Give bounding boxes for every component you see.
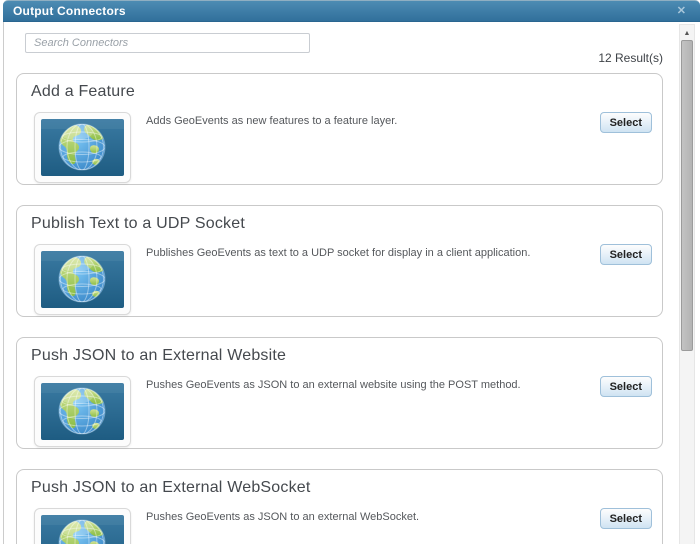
dialog-title: Output Connectors bbox=[13, 4, 126, 18]
connector-card: Add a Feature Adds GeoEvents as new feat… bbox=[16, 73, 663, 185]
search-input[interactable] bbox=[25, 33, 310, 53]
connector-description: Pushes GeoEvents as JSON to an external … bbox=[146, 511, 420, 523]
globe-icon bbox=[41, 119, 124, 176]
dialog-left-border bbox=[3, 22, 4, 544]
dialog-titlebar: Output Connectors ✕ bbox=[3, 0, 700, 22]
connector-card: Push JSON to an External Website Pushes … bbox=[16, 337, 663, 449]
output-connectors-dialog: Output Connectors ✕ 12 Result(s) Add a F… bbox=[0, 0, 700, 544]
select-button[interactable]: Select bbox=[599, 244, 652, 265]
scrollbar[interactable]: ▲ bbox=[679, 24, 695, 544]
scroll-up-icon[interactable]: ▲ bbox=[680, 27, 694, 39]
globe-icon bbox=[41, 383, 124, 440]
connector-title: Push JSON to an External WebSocket bbox=[31, 479, 311, 496]
select-button[interactable]: Select bbox=[599, 376, 652, 397]
connector-thumbnail bbox=[34, 508, 131, 544]
connector-description: Pushes GeoEvents as JSON to an external … bbox=[146, 379, 521, 391]
connector-thumbnail bbox=[34, 112, 131, 183]
connector-list: Add a Feature Adds GeoEvents as new feat… bbox=[16, 73, 663, 544]
connector-title: Publish Text to a UDP Socket bbox=[31, 215, 246, 232]
select-button[interactable]: Select bbox=[599, 508, 652, 529]
connector-card: Push JSON to an External WebSocket Pushe… bbox=[16, 469, 663, 544]
select-button[interactable]: Select bbox=[599, 112, 652, 133]
connector-thumbnail bbox=[34, 376, 131, 447]
connector-thumbnail bbox=[34, 244, 131, 315]
connector-description: Adds GeoEvents as new features to a feat… bbox=[146, 115, 398, 127]
connector-title: Push JSON to an External Website bbox=[31, 347, 287, 364]
globe-icon bbox=[41, 251, 124, 308]
connector-card: Publish Text to a UDP Socket Publishes G… bbox=[16, 205, 663, 317]
scrollbar-thumb[interactable] bbox=[681, 40, 693, 351]
close-icon[interactable]: ✕ bbox=[673, 4, 690, 19]
connector-description: Publishes GeoEvents as text to a UDP soc… bbox=[146, 247, 531, 259]
globe-icon bbox=[41, 515, 124, 544]
results-count: 12 Result(s) bbox=[598, 51, 663, 65]
connector-title: Add a Feature bbox=[31, 83, 135, 100]
